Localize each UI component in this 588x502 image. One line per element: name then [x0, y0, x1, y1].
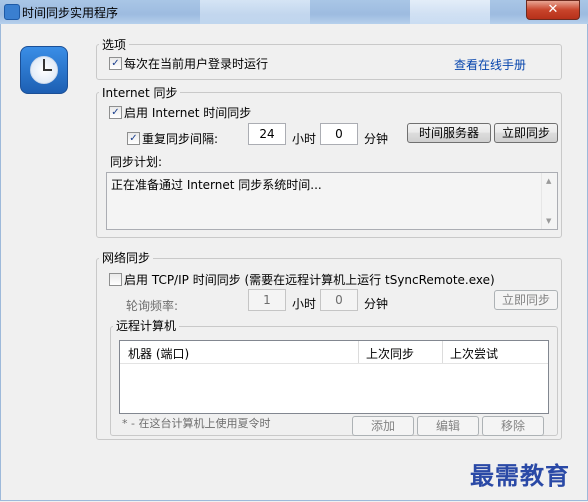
column-header-last-sync[interactable]: 上次同步 [366, 345, 414, 362]
column-header-machine[interactable]: 机器 (端口) [128, 345, 189, 362]
internet-sync-group-label: Internet 同步 [99, 84, 181, 101]
time-server-button[interactable]: 时间服务器 [407, 123, 491, 143]
run-on-login-label: 每次在当前用户登录时运行 [124, 57, 269, 71]
poll-minutes-unit-label: 分钟 [364, 297, 389, 311]
edit-button[interactable]: 编辑 [417, 416, 479, 436]
poll-minutes-input[interactable]: 0 [320, 289, 358, 311]
minutes-unit-label: 分钟 [364, 132, 389, 146]
repeat-interval-checkbox[interactable]: ✓ [127, 132, 140, 145]
scroll-down-arrow-icon[interactable]: ▼ [546, 217, 551, 225]
online-manual-link[interactable]: 查看在线手册 [454, 56, 526, 73]
background-window-glimpse [200, 0, 310, 24]
column-separator[interactable] [442, 341, 443, 363]
sync-hours-input[interactable]: 24 [248, 123, 286, 145]
run-on-login-checkbox[interactable]: ✓ [109, 57, 122, 70]
column-separator[interactable] [358, 341, 359, 363]
scroll-up-arrow-icon[interactable]: ▲ [546, 177, 551, 185]
remote-computers-list[interactable]: 机器 (端口) 上次同步 上次尝试 [119, 340, 549, 414]
network-sync-group-label: 网络同步 [99, 249, 154, 266]
watermark-text: 最需教育 [470, 461, 570, 490]
options-group-label: 选项 [99, 36, 130, 53]
remove-button[interactable]: 移除 [482, 416, 544, 436]
poll-frequency-label: 轮询频率: [126, 299, 179, 313]
repeat-interval-label: 重复同步间隔: [142, 132, 219, 146]
network-sync-now-button[interactable]: 立即同步 [494, 290, 558, 310]
sync-status-textarea[interactable]: 正在准备通过 Internet 同步系统时间... ▲ ▼ [106, 172, 558, 230]
poll-hours-input[interactable]: 1 [248, 289, 286, 311]
clock-app-icon [20, 46, 68, 94]
close-button[interactable]: ✕ [526, 0, 580, 20]
background-window-glimpse-2 [410, 0, 490, 24]
add-button[interactable]: 添加 [352, 416, 414, 436]
window-title: 时间同步实用程序 [22, 6, 119, 20]
poll-hours-unit-label: 小时 [292, 297, 317, 311]
clock-hand-minute [43, 69, 52, 71]
hours-unit-label: 小时 [292, 132, 317, 146]
internet-sync-now-button[interactable]: 立即同步 [494, 123, 558, 143]
sync-schedule-label: 同步计划: [110, 155, 163, 169]
remote-computers-group-label: 远程计算机 [113, 317, 180, 334]
status-scrollbar[interactable]: ▲ ▼ [541, 173, 557, 229]
dst-note: * - 在这台计算机上使用夏令时 [122, 417, 271, 430]
enable-tcpip-sync-checkbox[interactable]: ✓ [109, 273, 122, 286]
sync-status-text: 正在准备通过 Internet 同步系统时间... [111, 178, 322, 192]
enable-tcpip-sync-label: 启用 TCP/IP 时间同步 (需要在远程计算机上运行 tSyncRemote.… [124, 273, 495, 287]
column-header-last-attempt[interactable]: 上次尝试 [450, 345, 498, 362]
enable-internet-sync-checkbox[interactable]: ✓ [109, 106, 122, 119]
app-icon [4, 4, 20, 20]
enable-internet-sync-label: 启用 Internet 时间同步 [124, 106, 252, 120]
sync-minutes-input[interactable]: 0 [320, 123, 358, 145]
